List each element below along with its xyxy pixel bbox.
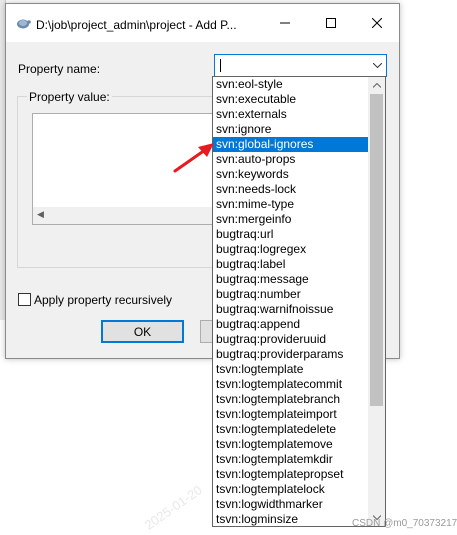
dropdown-item[interactable]: svn:eol-style <box>213 77 369 92</box>
dropdown-item[interactable]: bugtraq:append <box>213 317 369 332</box>
dropdown-item[interactable]: bugtraq:warnifnoissue <box>213 302 369 317</box>
dropdown-item[interactable]: tsvn:logtemplate <box>213 362 369 377</box>
apply-recursive-checkbox[interactable] <box>18 293 31 306</box>
combobox-dropdown-button[interactable] <box>369 55 386 76</box>
dropdown-item[interactable]: svn:executable <box>213 92 369 107</box>
tortoise-app-icon <box>17 19 31 29</box>
scroll-left-arrow-icon[interactable]: ◀ <box>37 209 44 220</box>
apply-recursive-label[interactable]: Apply property recursively <box>34 293 172 307</box>
property-value-group: Property value: ◀ <box>17 90 214 268</box>
dropdown-item-selected[interactable]: svn:global-ignores <box>213 137 369 152</box>
dropdown-item[interactable]: svn:auto-props <box>213 152 369 167</box>
window-title: D:\job\project_admin\project - Add P... <box>36 18 237 32</box>
scroll-up-button[interactable] <box>368 77 385 94</box>
dropdown-items: svn:eol-style svn:executable svn:externals… <box>213 77 369 526</box>
dropdown-item[interactable]: svn:needs-lock <box>213 182 369 197</box>
dropdown-item[interactable]: tsvn:logwidthmarker <box>213 497 369 512</box>
dropdown-item[interactable]: bugtraq:provideruuid <box>213 332 369 347</box>
dropdown-item[interactable]: bugtraq:url <box>213 227 369 242</box>
dropdown-item[interactable]: tsvn:logtemplatelock <box>213 482 369 497</box>
dropdown-item[interactable]: tsvn:logtemplatebranch <box>213 392 369 407</box>
dropdown-item[interactable]: tsvn:logtemplatedelete <box>213 422 369 437</box>
ok-button[interactable]: OK <box>101 320 184 343</box>
dropdown-item[interactable]: tsvn:logtemplatepropset <box>213 467 369 482</box>
minimize-button[interactable] <box>262 4 308 42</box>
dropdown-item[interactable]: bugtraq:number <box>213 287 369 302</box>
red-annotation-arrow-icon <box>173 143 214 173</box>
ok-button-label: OK <box>133 324 152 339</box>
dropdown-item[interactable]: svn:keywords <box>213 167 369 182</box>
text-caret <box>220 59 221 72</box>
maximize-icon <box>326 18 336 28</box>
property-value-label: Property value: <box>27 90 112 104</box>
dropdown-item[interactable]: bugtraq:label <box>213 257 369 272</box>
vertical-scrollbar[interactable] <box>368 77 385 526</box>
property-name-dropdown-list[interactable]: svn:eol-style svn:executable svn:externals… <box>212 76 386 527</box>
dropdown-item[interactable]: svn:externals <box>213 107 369 122</box>
dropdown-item[interactable]: tsvn:logtemplatemkdir <box>213 452 369 467</box>
chevron-up-icon <box>372 83 381 88</box>
dropdown-item[interactable]: bugtraq:message <box>213 272 369 287</box>
chevron-down-icon <box>373 63 382 68</box>
maximize-button[interactable] <box>308 4 354 42</box>
dropdown-item[interactable]: tsvn:logtemplateimport <box>213 407 369 422</box>
scrollbar-thumb[interactable] <box>370 94 383 406</box>
dropdown-item[interactable]: tsvn:logminsize <box>213 512 369 526</box>
dropdown-item[interactable]: tsvn:logtemplatemove <box>213 437 369 452</box>
property-name-combobox[interactable] <box>214 54 387 77</box>
dropdown-item[interactable]: svn:mime-type <box>213 197 369 212</box>
horizontal-scrollbar[interactable]: ◀ <box>33 207 213 224</box>
close-button[interactable] <box>354 4 400 42</box>
dropdown-item[interactable]: bugtraq:providerparams <box>213 347 369 362</box>
dropdown-item[interactable]: svn:mergeinfo <box>213 212 369 227</box>
minimize-icon <box>280 22 290 24</box>
footer-credit: CSDN @m0_70373217 <box>352 518 457 529</box>
dropdown-item[interactable]: tsvn:logtemplatecommit <box>213 377 369 392</box>
close-icon <box>372 18 382 28</box>
property-name-label: Property name: <box>18 62 101 76</box>
dropdown-item[interactable]: bugtraq:logregex <box>213 242 369 257</box>
title-bar: D:\job\project_admin\project - Add P... <box>6 4 399 42</box>
dropdown-item[interactable]: svn:ignore <box>213 122 369 137</box>
